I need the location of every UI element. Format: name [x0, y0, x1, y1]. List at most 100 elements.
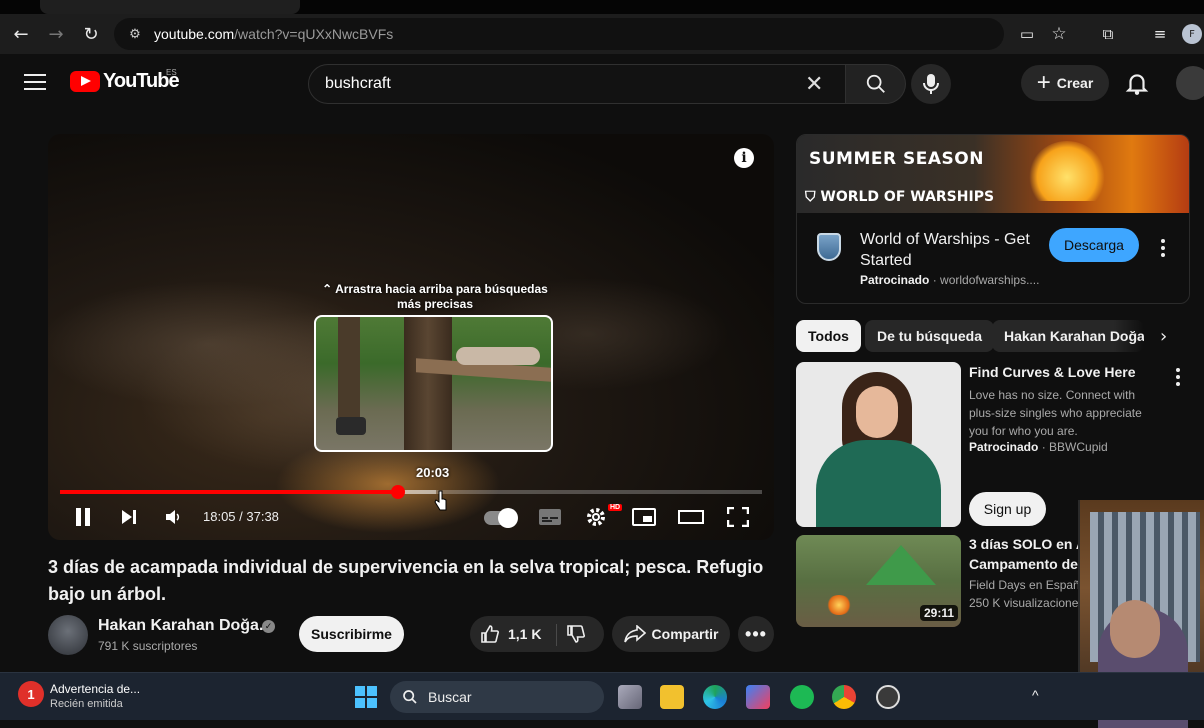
ad-more-icon[interactable] — [1161, 239, 1165, 260]
scrubber-handle[interactable] — [391, 485, 405, 499]
fullscreen-button[interactable] — [724, 502, 752, 532]
subscribe-button[interactable]: Suscribirme — [299, 616, 404, 652]
channel-name[interactable]: Hakan Karahan Doğa... — [98, 617, 272, 635]
ad-title[interactable]: World of Warships - Get Started — [860, 229, 1040, 271]
theater-mode-icon — [678, 510, 704, 524]
url-host: youtube.com — [154, 26, 235, 42]
settings-button[interactable] — [582, 502, 610, 532]
video-title: 3 días de acampada individual de supervi… — [48, 557, 764, 604]
ad-sponsored-label: Patrocinado — [860, 273, 930, 287]
like-divider — [556, 624, 557, 646]
chip-all[interactable]: Todos — [796, 320, 861, 352]
microphone-icon — [923, 74, 939, 94]
download-button[interactable]: Descarga — [1049, 228, 1139, 262]
dislike-button[interactable] — [566, 624, 586, 649]
bookmark-star-icon[interactable]: ☆ — [1045, 20, 1073, 48]
app-icon[interactable] — [876, 685, 900, 709]
subscriber-count: 791 K suscriptores — [98, 639, 198, 653]
preview-pot — [336, 417, 366, 435]
store-icon[interactable] — [746, 685, 770, 709]
chip-channel[interactable]: Hakan Karahan Doğa — [992, 320, 1144, 352]
youtube-play-icon — [70, 71, 100, 92]
profile-icon[interactable]: F — [1182, 24, 1202, 44]
clear-search-icon[interactable]: ✕ — [805, 73, 823, 95]
chip-from-search[interactable]: De tu búsqueda — [865, 320, 995, 352]
plus-icon: + — [1036, 69, 1051, 96]
pause-button[interactable] — [70, 502, 96, 532]
info-icon[interactable]: i — [734, 148, 754, 168]
sign-up-button[interactable]: Sign up — [969, 492, 1046, 526]
taskbar-search-label: Buscar — [428, 689, 472, 705]
file-explorer-icon[interactable] — [660, 685, 684, 709]
miniplayer-button[interactable] — [630, 502, 658, 532]
drag-hint: ⌃ Arrastra hacia arriba para búsquedas m… — [322, 282, 548, 311]
search-button[interactable] — [846, 64, 906, 104]
volume-button[interactable] — [160, 502, 186, 532]
rec-title-line1[interactable]: 3 días SOLO en A — [969, 534, 1086, 554]
rec-title-line2[interactable]: Campamento de s — [969, 554, 1090, 574]
channel-avatar[interactable] — [48, 615, 88, 655]
verified-check-icon: ✓ — [262, 620, 275, 633]
notification-title[interactable]: Advertencia de... — [50, 682, 140, 696]
windows-start-icon[interactable] — [354, 685, 378, 709]
video-player[interactable]: i ⌃ Arrastra hacia arriba para búsquedas… — [48, 134, 774, 540]
sponsored-more-icon[interactable] — [1176, 368, 1180, 389]
account-avatar[interactable] — [1176, 66, 1204, 100]
ad-banner-line1: SUMMER SEASON — [809, 149, 984, 169]
sponsored-label: Patrocinado — [969, 440, 1039, 454]
video-duration: 29:11 — [920, 605, 959, 621]
share-button[interactable]: Compartir — [612, 616, 730, 652]
spotify-icon[interactable] — [790, 685, 814, 709]
volume-icon — [166, 510, 180, 524]
voice-search-button[interactable] — [911, 64, 951, 104]
task-view-icon[interactable] — [618, 685, 642, 709]
sponsored-advertiser: BBWCupid — [1049, 440, 1108, 454]
sponsored-thumbnail[interactable] — [796, 362, 961, 527]
ad-banner-line2: ⛉ WORLD OF WARSHIPS — [805, 189, 995, 205]
progress-played — [60, 490, 398, 494]
video-thumbnail[interactable]: 29:11 — [796, 535, 961, 627]
media-controls-icon[interactable]: ≡ — [1146, 20, 1174, 48]
thumb-face — [856, 386, 898, 438]
forward-icon[interactable]: → — [42, 20, 70, 48]
search-input[interactable]: bushcraft — [308, 64, 846, 104]
subtitles-button[interactable] — [536, 502, 564, 532]
ad-meta: Patrocinado · worldofwarships.... — [860, 273, 1040, 287]
system-tray-chevron-icon[interactable]: ^ — [1032, 687, 1039, 703]
back-icon[interactable]: ← — [7, 20, 35, 48]
site-settings-icon[interactable]: ⚙ — [126, 25, 144, 43]
chevron-right-icon[interactable]: › — [1160, 326, 1167, 347]
preview-tree-left — [338, 317, 360, 417]
chrome-icon[interactable] — [832, 685, 856, 709]
browser-tab[interactable] — [40, 0, 300, 14]
next-button[interactable] — [116, 502, 142, 532]
notification-badge[interactable]: 1 — [18, 681, 44, 707]
rec-channel: Field Days en Españ — [969, 578, 1080, 592]
address-bar[interactable]: ⚙ youtube.com/watch?v=qUXxNwcBVFs — [114, 18, 1004, 50]
youtube-logo[interactable]: YouTube ES — [70, 68, 180, 93]
taskbar: 1 Advertencia de... Recién emitida Busca… — [0, 672, 1204, 720]
create-button[interactable]: + Crear — [1021, 65, 1109, 101]
extensions-icon[interactable]: ⧉ — [1094, 20, 1122, 48]
country-code: ES — [166, 68, 177, 77]
rec-views: 250 K visualizacione — [969, 596, 1079, 610]
like-button[interactable]: 1,1 K — [480, 624, 541, 644]
cast-icon[interactable]: ▭ — [1013, 20, 1041, 48]
edge-browser-icon[interactable] — [703, 685, 727, 709]
thumb-tent — [866, 545, 936, 585]
reload-icon[interactable]: ↻ — [77, 20, 105, 48]
menu-icon[interactable] — [24, 74, 46, 95]
notifications-bell-icon[interactable] — [1124, 70, 1150, 96]
browser-tab-strip — [0, 0, 1204, 14]
share-arrow-icon — [623, 625, 646, 643]
ad-card[interactable]: SUMMER SEASON ⛉ WORLD OF WARSHIPS World … — [796, 134, 1190, 304]
taskbar-search[interactable]: Buscar — [390, 681, 604, 713]
ad-explosion — [1027, 141, 1107, 201]
autoplay-toggle[interactable] — [484, 508, 518, 528]
sponsored-title[interactable]: Find Curves & Love Here — [969, 362, 1169, 382]
create-label: Crear — [1056, 75, 1094, 91]
taskbar-search-icon — [403, 690, 417, 704]
sponsored-desc: Love has no size. Connect with plus-size… — [969, 388, 1142, 438]
theater-mode-button[interactable] — [676, 502, 706, 532]
more-actions-button[interactable]: ••• — [738, 616, 774, 652]
